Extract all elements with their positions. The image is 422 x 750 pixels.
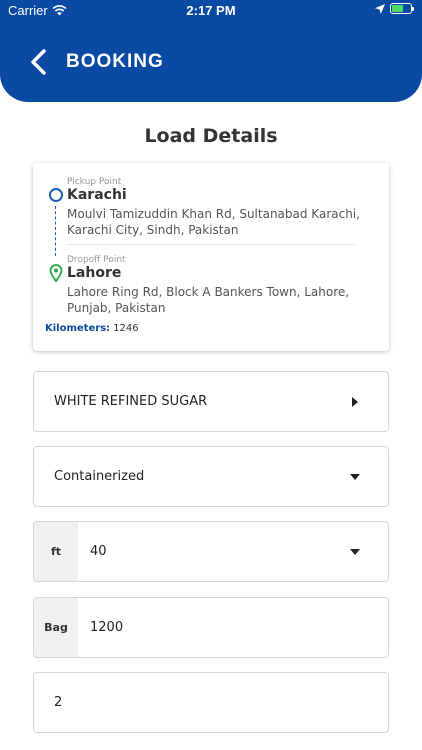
- dropoff-label: Dropoff Point: [67, 255, 126, 265]
- load-type-value: Containerized: [54, 469, 145, 484]
- kilometers-row: Kilometers: 1246: [45, 323, 139, 334]
- pickup-city: Karachi: [67, 187, 127, 203]
- quantity-input[interactable]: Bag 1200: [33, 597, 389, 658]
- back-button[interactable]: [24, 46, 52, 78]
- chevron-left-icon: [31, 49, 46, 75]
- route-connector: [55, 206, 56, 256]
- count-value: 2: [54, 695, 63, 710]
- map-pin-icon: [49, 264, 63, 282]
- pickup-label: Pickup Point: [67, 177, 122, 187]
- dropdown-arrow-icon: [340, 548, 370, 555]
- container-size-dropdown[interactable]: ft 40: [33, 521, 389, 582]
- commodity-selector[interactable]: WHITE REFINED SUGAR: [33, 371, 389, 432]
- pickup-circle-icon: [49, 188, 63, 202]
- app-header: BOOKING: [0, 22, 422, 102]
- dropdown-arrow-icon: [340, 473, 370, 480]
- chevron-right-icon: [340, 396, 370, 407]
- dropoff-city: Lahore: [67, 265, 122, 281]
- pickup-address: Moulvi Tamizuddin Khan Rd, Sultanabad Ka…: [67, 207, 360, 237]
- route-separator: [67, 244, 355, 245]
- load-type-dropdown[interactable]: Containerized: [33, 446, 389, 507]
- count-input[interactable]: 2: [33, 672, 389, 733]
- clock: 2:17 PM: [186, 3, 236, 18]
- route-card: Pickup Point Karachi Moulvi Tamizuddin K…: [33, 163, 389, 351]
- quantity-value: 1200: [90, 620, 124, 635]
- container-size-value: 40: [90, 544, 107, 559]
- location-arrow-icon: [375, 3, 385, 14]
- header-title: BOOKING: [66, 51, 164, 72]
- commodity-value: WHITE REFINED SUGAR: [54, 394, 208, 409]
- kilometers-value: 1246: [113, 323, 139, 334]
- page-title: Load Details: [144, 125, 278, 147]
- bag-unit-label: Bag: [34, 598, 78, 657]
- dropoff-address: Lahore Ring Rd, Block A Bankers Town, La…: [67, 285, 350, 315]
- kilometers-label: Kilometers:: [45, 323, 111, 334]
- feet-unit-label: ft: [34, 522, 78, 581]
- status-bar: Carrier 2:17 PM: [0, 0, 422, 22]
- battery-icon: [390, 3, 414, 14]
